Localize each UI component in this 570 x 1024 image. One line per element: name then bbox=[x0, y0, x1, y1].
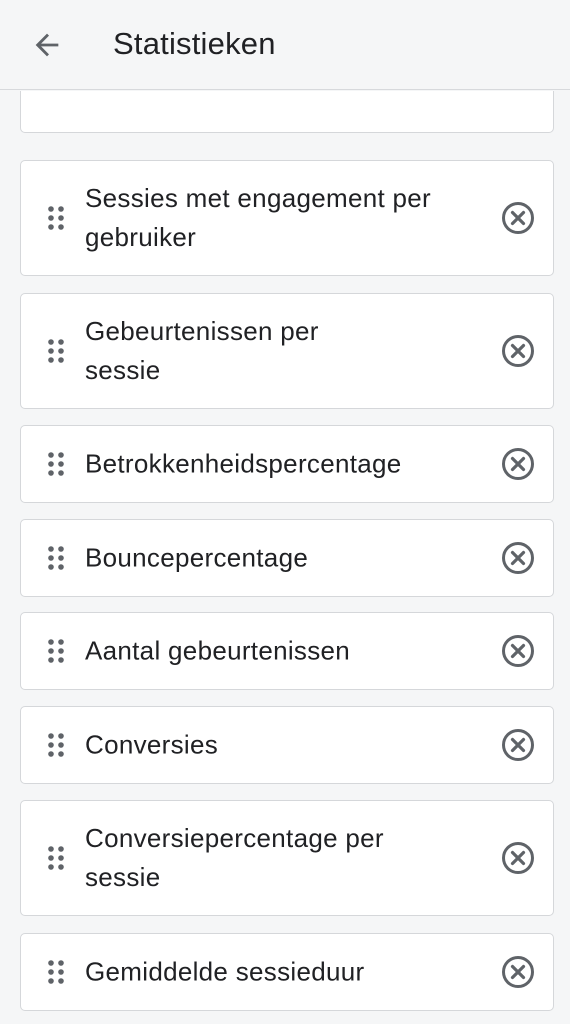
metric-label: Aantal gebeurtenissen bbox=[85, 635, 351, 666]
metric-card-partial bbox=[20, 91, 554, 133]
drag-handle-icon[interactable] bbox=[45, 451, 67, 477]
metric-label: Bouncepercentage bbox=[85, 542, 309, 573]
metric-label: Betrokkenheidspercentage bbox=[85, 448, 402, 479]
metric-card[interactable]: Conversiepercentage per sessie bbox=[20, 800, 554, 916]
metric-label: Gebeurtenissen per sessie bbox=[85, 316, 319, 385]
remove-circle-icon[interactable] bbox=[499, 953, 537, 991]
metric-card[interactable]: Bouncepercentage bbox=[20, 519, 554, 597]
metric-label: Sessies met engagement per gebruiker bbox=[85, 183, 431, 252]
remove-circle-icon[interactable] bbox=[499, 332, 537, 370]
metric-card[interactable]: Sessies met engagement per gebruiker bbox=[20, 160, 554, 276]
metric-card[interactable]: Gemiddelde sessieduur bbox=[20, 933, 554, 1011]
metric-label: Conversiepercentage per sessie bbox=[85, 823, 384, 892]
metric-label: Gemiddelde sessieduur bbox=[85, 956, 365, 987]
drag-handle-icon[interactable] bbox=[45, 845, 67, 871]
drag-handle-icon[interactable] bbox=[45, 732, 67, 758]
metrics-list[interactable]: Sessies met engagement per gebruiker Geb… bbox=[0, 91, 570, 1024]
app-bar: Statistieken bbox=[0, 0, 570, 90]
remove-circle-icon[interactable] bbox=[499, 199, 537, 237]
metric-label: Conversies bbox=[85, 729, 219, 760]
drag-handle-icon[interactable] bbox=[45, 638, 67, 664]
back-button[interactable] bbox=[24, 22, 70, 68]
remove-circle-icon[interactable] bbox=[499, 539, 537, 577]
remove-circle-icon[interactable] bbox=[499, 632, 537, 670]
page-title: Statistieken bbox=[113, 26, 276, 61]
remove-circle-icon[interactable] bbox=[499, 726, 537, 764]
drag-handle-icon[interactable] bbox=[45, 338, 67, 364]
drag-handle-icon[interactable] bbox=[45, 205, 67, 231]
arrow-left-icon bbox=[35, 33, 59, 57]
metric-card[interactable]: Betrokkenheidspercentage bbox=[20, 425, 554, 503]
drag-handle-icon[interactable] bbox=[45, 959, 67, 985]
metric-card[interactable]: Gebeurtenissen per sessie bbox=[20, 293, 554, 409]
metric-card[interactable]: Aantal gebeurtenissen bbox=[20, 612, 554, 690]
remove-circle-icon[interactable] bbox=[499, 445, 537, 483]
drag-handle-icon[interactable] bbox=[45, 545, 67, 571]
metric-card[interactable]: Conversies bbox=[20, 706, 554, 784]
remove-circle-icon[interactable] bbox=[499, 839, 537, 877]
